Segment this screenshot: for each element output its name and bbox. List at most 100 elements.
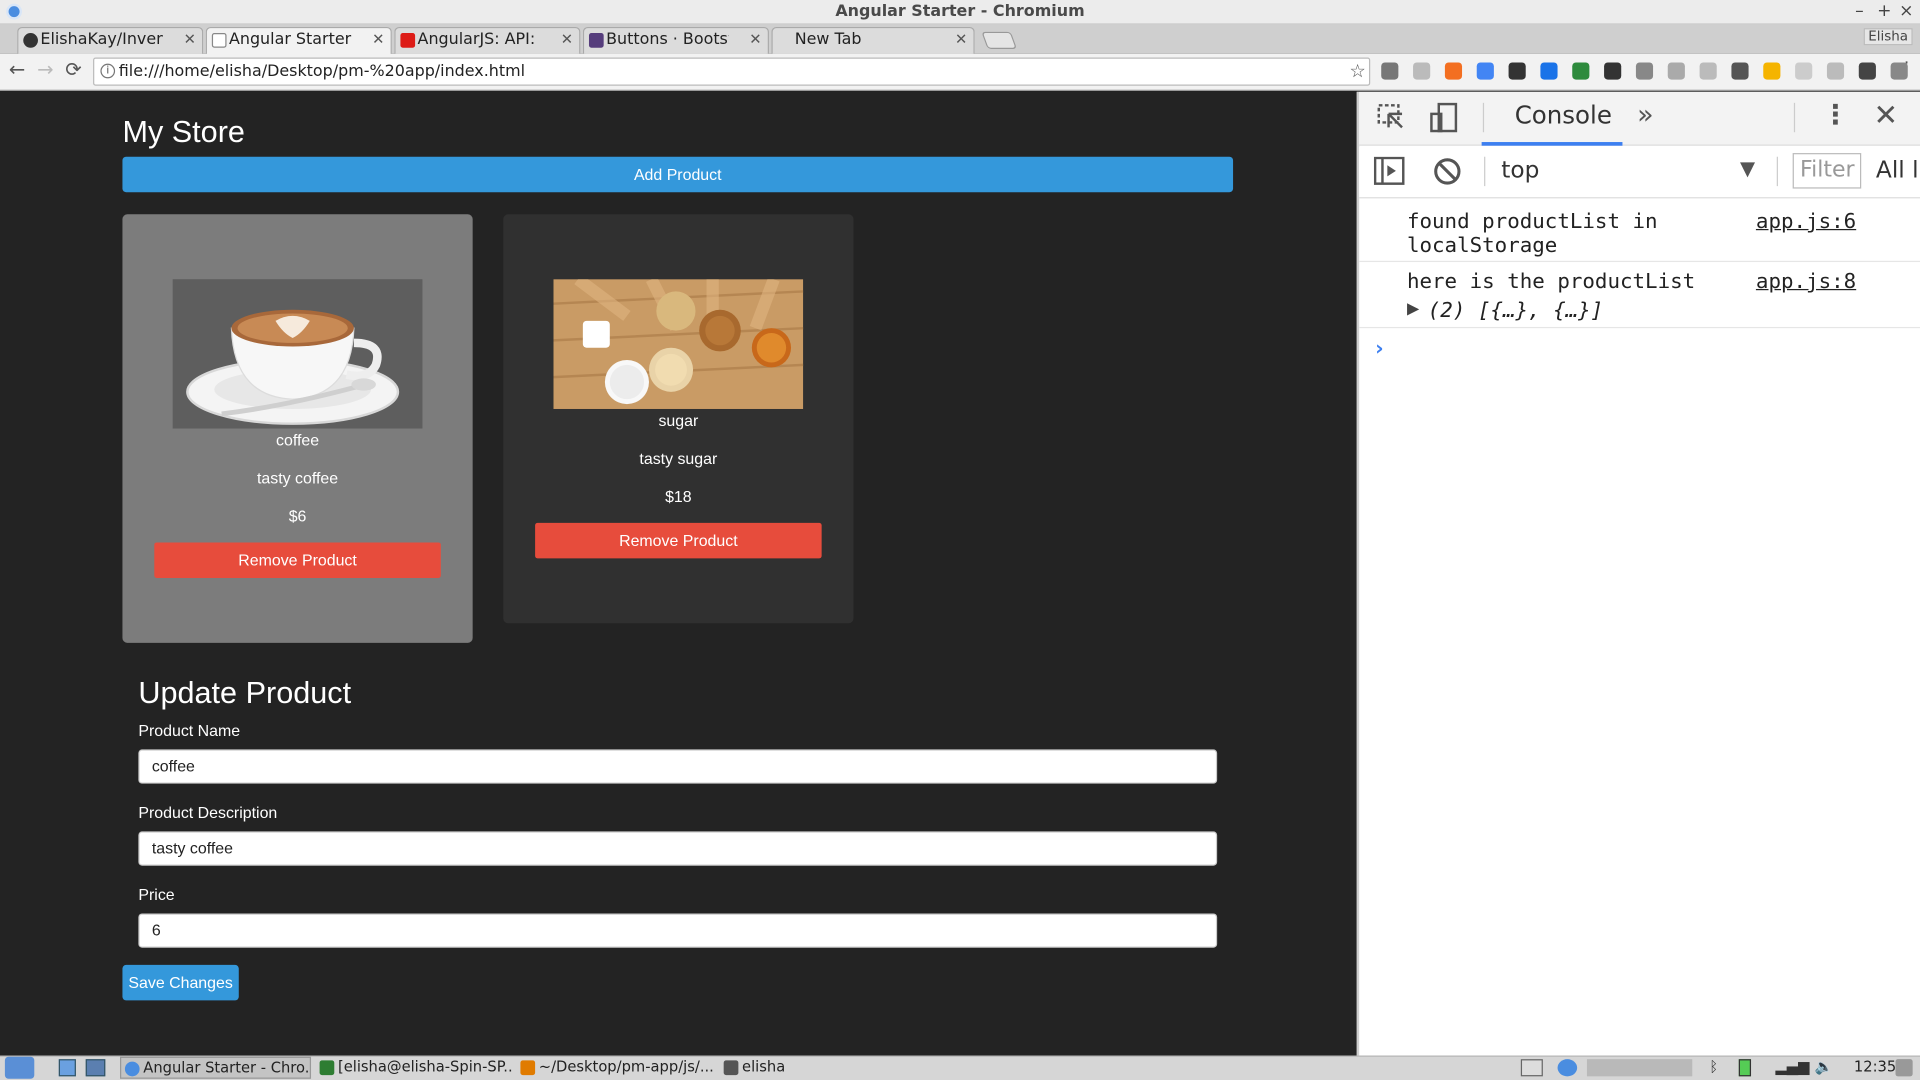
volume-icon[interactable]: 🔈 [1815,1058,1833,1075]
minimize-button[interactable]: – [1855,1,1864,21]
add-product-button[interactable]: Add Product [122,156,1234,193]
price-input[interactable]: 6 [138,913,1218,948]
inspect-element-icon[interactable] [1376,103,1405,132]
close-tab-icon[interactable]: ✕ [749,31,761,48]
bookmark-star-icon[interactable]: ☆ [1349,60,1365,82]
extension-icon[interactable] [1635,62,1654,80]
extension-icon[interactable] [1604,62,1622,80]
remove-product-button[interactable]: Remove Product [154,542,441,578]
keyboard-icon[interactable] [1520,1059,1543,1077]
log-levels-dropdown[interactable]: All l [1876,157,1919,184]
extension-icon[interactable] [1699,62,1717,80]
taskbar-item-label: Angular Starter - Chro... [143,1059,312,1077]
console-sidebar-icon[interactable] [1373,156,1406,186]
tab-angular-starter[interactable]: Angular Starter ✕ [205,26,392,56]
tab-console[interactable]: Console [1515,100,1612,129]
bootstrap-icon [588,33,604,48]
close-tab-icon[interactable]: ✕ [372,31,384,48]
console-filter-input[interactable]: Filter [1792,153,1862,189]
product-name-input[interactable]: coffee [138,749,1218,784]
logout-icon[interactable] [1895,1059,1913,1077]
close-tab-icon[interactable]: ✕ [561,31,573,48]
extension-icon[interactable] [1731,62,1749,80]
tab-label: Buttons · Bootstrap [606,30,728,49]
close-tab-icon[interactable]: ✕ [955,31,967,48]
save-changes-button[interactable]: Save Changes [122,964,239,1001]
close-window-button[interactable]: × [1899,1,1913,21]
maximize-button[interactable]: + [1877,1,1891,21]
chromium-icon [124,1061,140,1077]
battery-icon[interactable] [1738,1059,1752,1077]
product-description-label: Product Description [138,803,278,822]
tab-github[interactable]: ElishaKay/Inventor ✕ [17,26,204,54]
console-message-text: found productList in localStorage [1406,209,1658,259]
product-name: coffee [276,431,320,450]
tab-bootstrap-buttons[interactable]: Buttons · Bootstrap ✕ [582,26,769,54]
extension-icon[interactable] [1572,62,1590,80]
close-tab-icon[interactable]: ✕ [184,31,196,48]
device-toolbar-icon[interactable] [1429,102,1461,134]
product-description: tasty coffee [256,468,339,488]
toolbar-divider [1482,102,1485,133]
taskbar-item[interactable]: ~/Desktop/pm-app/js/... [517,1057,715,1079]
tab-label: New Tab [794,30,862,49]
product-name: sugar [658,411,699,430]
tab-angularjs-api[interactable]: AngularJS: API: $lo ✕ [394,26,581,54]
product-price: $6 [288,506,307,526]
taskbar-item[interactable]: Angular Starter - Chro... [120,1056,312,1079]
remove-product-button[interactable]: Remove Product [535,522,822,559]
network-signal-icon[interactable]: ▂▄▆ [1776,1058,1810,1075]
info-icon[interactable]: i [100,63,116,79]
product-card-coffee[interactable]: coffee tasty coffee $6 Remove Product [122,214,473,643]
page-icon [211,33,227,48]
forward-button[interactable]: → [33,58,57,81]
page-title: My Store [122,115,245,150]
editor-icon [520,1060,536,1076]
terminal-icon [319,1060,335,1076]
clear-console-icon[interactable] [1433,157,1462,186]
product-description-input[interactable]: tasty coffee [138,831,1218,866]
product-card-sugar[interactable]: sugar tasty sugar $18 Remove Product [503,214,854,624]
active-tab-indicator [1481,142,1623,146]
update-product-heading: Update Product [138,675,352,711]
chromium-tray-icon[interactable] [1557,1059,1578,1077]
console-source-link[interactable]: app.js:6 [1756,209,1856,233]
taskbar-item[interactable]: [elisha@elisha-Spin-SP... [316,1057,512,1079]
tab-new-tab[interactable]: New Tab ✕ [771,26,975,54]
context-selector[interactable]: top [1501,157,1539,184]
console-prompt[interactable]: › [1375,337,1384,361]
devtools-menu-icon[interactable]: ⋮ [1822,100,1849,131]
taskbar-item[interactable]: elisha [720,1057,818,1079]
console-object-preview[interactable]: (2) [{…}, {…}] [1428,299,1603,323]
extension-icon[interactable] [1763,62,1781,80]
cpu-monitor-graph [1586,1059,1693,1077]
bluetooth-icon[interactable]: ᛒ [1709,1058,1718,1075]
taskbar-item-label: [elisha@elisha-Spin-SP... [337,1057,512,1076]
extension-icon[interactable] [1667,62,1685,80]
extension-icon[interactable] [1444,62,1463,80]
reload-button[interactable]: ⟳ [61,58,85,81]
extension-icon[interactable] [1476,62,1494,80]
console-source-link[interactable]: app.js:8 [1756,269,1856,293]
extension-icon[interactable] [1540,62,1558,80]
extension-icon[interactable] [1508,62,1526,80]
file-manager-icon[interactable] [85,1059,106,1077]
extension-icon[interactable] [1826,62,1845,80]
taskbar-item-label: ~/Desktop/pm-app/js/... [538,1057,714,1076]
extension-icon[interactable] [1795,62,1813,80]
address-bar[interactable]: i file:///home/elisha/Desktop/pm-%20app/… [93,57,1371,86]
extension-icon[interactable] [1381,62,1399,80]
extension-icon[interactable] [1858,62,1876,80]
chevron-down-icon[interactable]: ▼ [1740,157,1755,180]
expand-triangle-icon[interactable]: ▶ [1407,300,1419,318]
extension-icon[interactable] [1890,62,1908,80]
new-tab-button[interactable] [981,31,1017,49]
close-devtools-icon[interactable]: ✕ [1873,98,1898,132]
back-button[interactable]: ← [5,58,29,81]
coffee-image [172,279,423,429]
start-menu-button[interactable] [4,1056,35,1079]
more-tabs-icon[interactable]: » [1637,100,1653,131]
extension-icon[interactable] [1413,62,1431,80]
show-desktop-icon[interactable] [58,1059,76,1077]
profile-button[interactable]: Elisha [1863,28,1913,46]
